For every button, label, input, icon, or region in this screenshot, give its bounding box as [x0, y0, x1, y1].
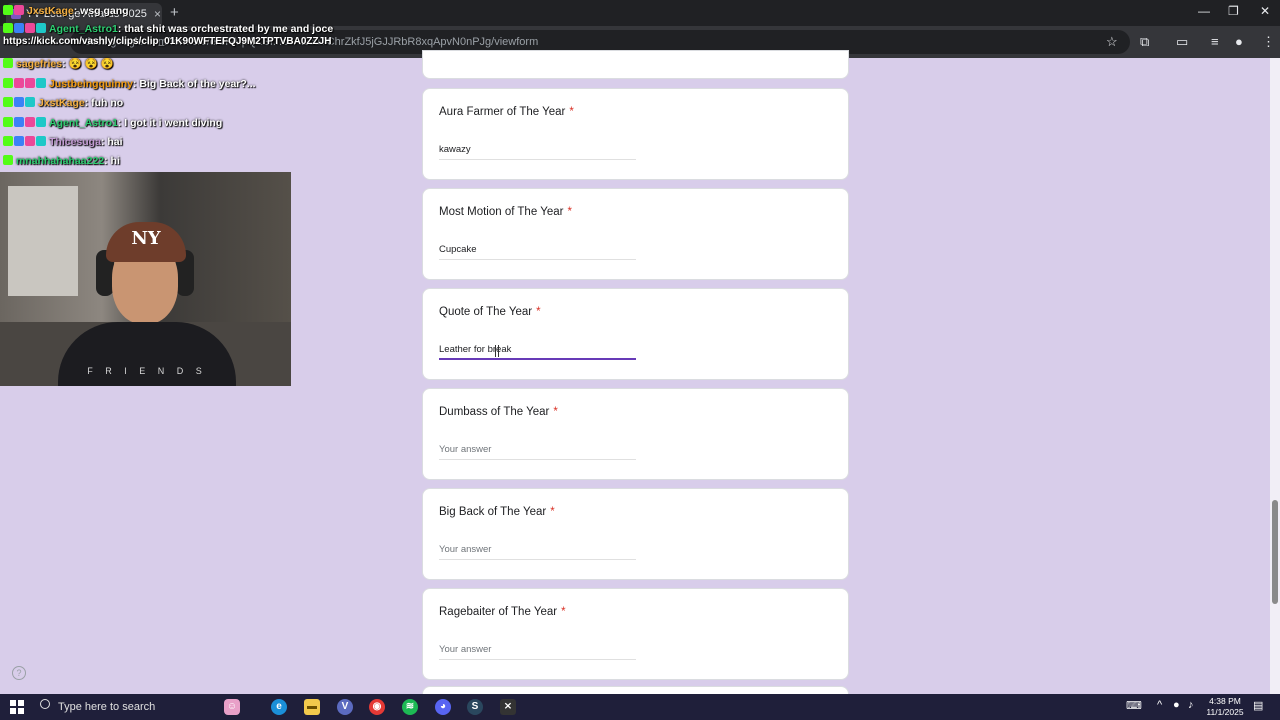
required-asterisk: * — [550, 506, 555, 518]
reading-list-icon[interactable]: ≡ — [1211, 34, 1219, 50]
question-card: Ragebaiter of The Year * — [422, 588, 849, 680]
system-clock[interactable]: 4:38 PM 11/1/2025 — [1200, 696, 1250, 718]
menu-kebab-icon[interactable]: ⋮ — [1262, 34, 1275, 50]
edge-icon[interactable]: e — [271, 699, 287, 715]
split-view-icon[interactable]: ▭ — [1176, 34, 1188, 50]
windows-taskbar: Type here to search ☺ e ▬ V ◉ ≋ ◕ S ⨯ ⌨ … — [0, 694, 1280, 720]
question-card: Aura Farmer of The Year * — [422, 88, 849, 180]
close-window-icon[interactable]: ✕ — [1260, 4, 1270, 18]
chat-username: Agent_Astro1 — [49, 117, 118, 129]
answer-input[interactable] — [439, 440, 636, 460]
chat-username: Justbeingquinny — [49, 78, 133, 90]
spotify-icon[interactable]: ≋ — [402, 699, 418, 715]
question-title: Aura Farmer of The Year * — [439, 106, 574, 118]
star-bookmark-icon[interactable]: ☆ — [1106, 34, 1118, 50]
answer-input-active[interactable] — [439, 340, 636, 360]
chat-username: Thicesuga — [49, 136, 101, 148]
background-window — [8, 186, 78, 296]
xbox-icon[interactable]: ⨯ — [500, 699, 516, 715]
chat-text: : hi — [104, 155, 120, 167]
required-asterisk: * — [569, 106, 574, 118]
chat-message: sagefries: 😵 😵 😵 — [3, 55, 114, 73]
show-hidden-icons-chevron-icon[interactable]: ^ — [1157, 699, 1162, 711]
required-asterisk: * — [567, 206, 572, 218]
question-title: Quote of The Year * — [439, 306, 541, 318]
question-title: Ragebaiter of The Year * — [439, 606, 566, 618]
scrollbar-thumb[interactable] — [1272, 500, 1278, 604]
chat-message: mnahhahahaa222: hi — [3, 152, 120, 170]
question-card: Big Back of The Year * — [422, 488, 849, 580]
chat-text: : that shit was orchestrated by me and j… — [117, 23, 334, 35]
windows-start-icon[interactable] — [10, 700, 24, 714]
chat-text: : fuh no — [84, 97, 124, 109]
question-card: Most Motion of The Year * — [422, 188, 849, 280]
discord-icon[interactable]: ◕ — [435, 699, 451, 715]
help-icon[interactable]: ? — [12, 666, 26, 680]
previous-question-card — [422, 50, 849, 79]
text-cursor-icon — [495, 345, 499, 357]
chat-username: mnahhahahaa222 — [16, 155, 105, 167]
question-title: Dumbass of The Year * — [439, 406, 558, 418]
taskbar-search[interactable]: Type here to search — [32, 694, 210, 720]
chat-text: : wsg gang — [73, 5, 129, 17]
answer-input[interactable] — [439, 240, 636, 260]
ny-cap-logo: NY — [106, 222, 186, 262]
notifications-icon[interactable]: ▤ — [1253, 699, 1263, 712]
stream-chat-overlay: JxstKage: wsg gang Agent_Astro1: that sh… — [0, 0, 420, 172]
answer-input[interactable] — [439, 540, 636, 560]
chat-text: : Big Back of the year?... — [133, 78, 256, 90]
profile-avatar-icon[interactable]: ● — [1235, 34, 1243, 50]
file-explorer-icon[interactable]: ▬ — [304, 699, 320, 715]
search-icon — [40, 699, 50, 709]
chat-message: Agent_Astro1: I got it i went diving — [3, 114, 222, 132]
chat-text: : 😵 😵 😵 — [62, 58, 114, 70]
chat-username: Agent_Astro1 — [49, 23, 118, 35]
chat-message: JxstKage: fuh no — [3, 94, 123, 112]
required-asterisk: * — [561, 606, 566, 618]
friends-hoodie: F R I E N D S — [58, 322, 236, 386]
chat-text: : hai — [100, 136, 123, 148]
clock-date: 11/1/2025 — [1206, 707, 1244, 717]
chat-text: : I got it i went diving — [117, 117, 223, 129]
answer-input[interactable] — [439, 640, 636, 660]
question-title: Most Motion of The Year * — [439, 206, 572, 218]
chat-username: JxstKage — [38, 97, 85, 109]
extensions-icon[interactable]: ⧉ — [1140, 34, 1149, 50]
question-title: Big Back of The Year * — [439, 506, 555, 518]
clock-time: 4:38 PM — [1209, 696, 1241, 706]
chat-username: JxstKage — [27, 5, 74, 17]
chrome-icon[interactable]: ◉ — [369, 699, 385, 715]
maximize-icon[interactable]: ❐ — [1228, 4, 1239, 18]
required-asterisk: * — [536, 306, 541, 318]
minimize-icon[interactable]: — — [1198, 4, 1210, 18]
answer-input[interactable] — [439, 140, 636, 160]
taskbar-search-placeholder: Type here to search — [58, 701, 156, 713]
clip-url-overlay: https://kick.com/vashly/clips/clip_01K90… — [3, 36, 332, 47]
widget-icon[interactable]: ☺ — [224, 699, 240, 715]
webcam-overlay: NY F R I E N D S — [0, 172, 291, 386]
page-scrollbar[interactable] — [1270, 58, 1280, 694]
chat-message: Thicesuga: hai — [3, 133, 123, 151]
keyboard-icon[interactable]: ⌨ — [1126, 699, 1142, 712]
microphone-icon[interactable]: ● — [1173, 699, 1180, 711]
chat-message: Justbeingquinny: Big Back of the year?..… — [3, 75, 256, 93]
required-asterisk: * — [553, 406, 558, 418]
question-card: Dumbass of The Year * — [422, 388, 849, 480]
volume-icon[interactable]: ♪ — [1188, 699, 1194, 711]
chat-username: sagefries — [16, 58, 63, 70]
steam-icon[interactable]: S — [467, 699, 483, 715]
chat-message: JxstKage: wsg gang — [3, 2, 129, 20]
question-card: Quote of The Year * — [422, 288, 849, 380]
vpn-icon[interactable]: V — [337, 699, 353, 715]
